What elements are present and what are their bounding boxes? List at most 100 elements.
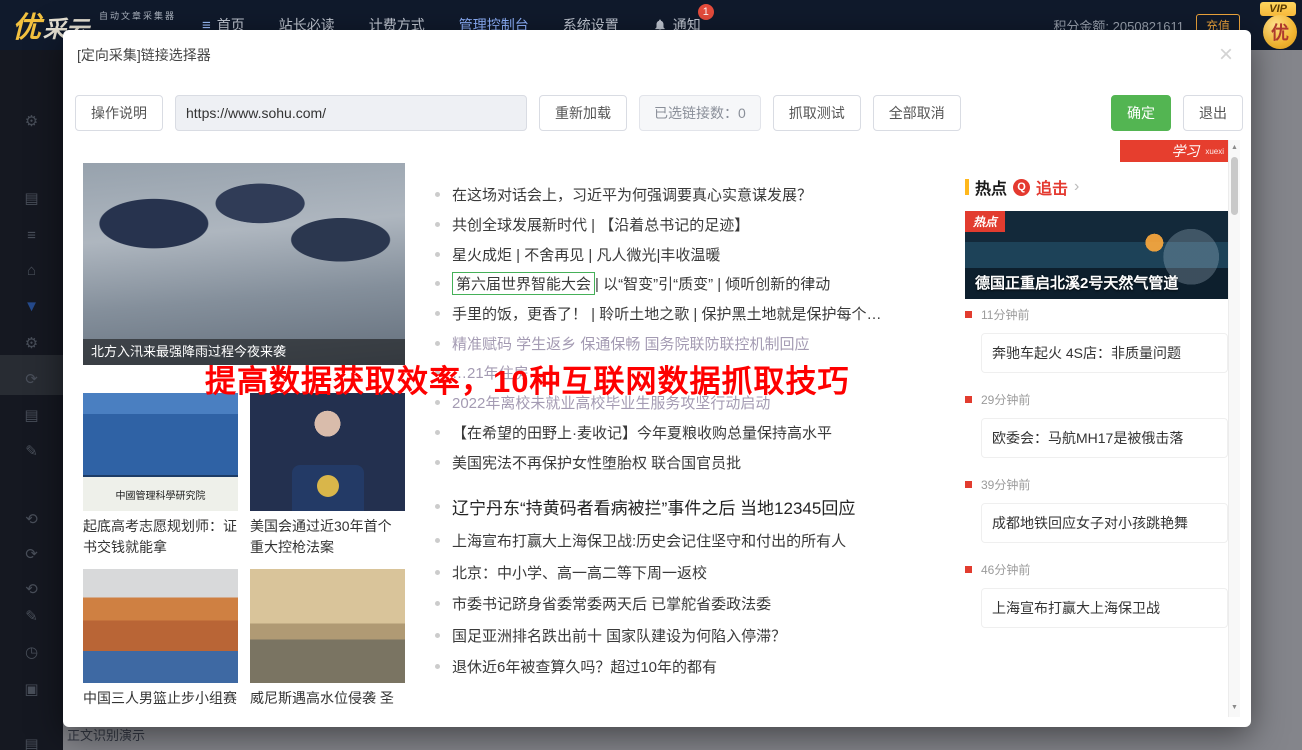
caption-row: 起底高考志愿规划师：证书交钱就能拿 美国会通过近30年首个重大控枪法案 xyxy=(83,516,405,558)
hot-item-title[interactable]: 奔驰车起火 4S店：非质量问题 xyxy=(981,333,1228,373)
notification-badge: 1 xyxy=(698,4,714,20)
close-icon[interactable]: × xyxy=(1219,43,1233,67)
headline-item[interactable]: 共创全球发展新时代 | 【沿着总书记的足迹】 xyxy=(435,210,945,240)
academy-sign-text: 中國管理科學研究院 xyxy=(83,475,238,511)
help-button[interactable]: 操作说明 xyxy=(75,95,163,131)
url-input[interactable] xyxy=(175,95,527,131)
hot-item-time: 29分钟前 xyxy=(965,391,1228,408)
selected-links-count: 已选链接数：0 xyxy=(639,95,761,131)
link-selector-dialog: [定向采集]链接选择器 × 操作说明 重新加载 已选链接数：0 抓取测试 全部取… xyxy=(63,30,1251,727)
hot-item[interactable]: 29分钟前 欧委会：马航MH17是被俄击落 xyxy=(965,391,1228,476)
headline-item[interactable]: 精准赋码 学生返乡 保通保畅 国务院联防联控机制回应 xyxy=(435,328,945,358)
scroll-down-arrow-icon[interactable]: ▼ xyxy=(1229,701,1240,715)
scrollbar-thumb[interactable] xyxy=(1231,157,1238,215)
headline-text: 手里的饭，更香了！ | 聆听土地之歌 | 保护黑土地就是保护每个… xyxy=(452,303,881,324)
hot-item-title[interactable]: 上海宣布打赢大上海保卫战 xyxy=(981,588,1228,628)
hot-item[interactable]: 11分钟前 奔驰车起火 4S店：非质量问题 xyxy=(965,306,1228,391)
hot-chase-icon: Q xyxy=(1013,179,1030,196)
promo-banner-subtext: xuexi xyxy=(1205,147,1224,156)
reload-button[interactable]: 重新加载 xyxy=(539,95,627,131)
headline-text: 2022年离校未就业高校毕业生服务攻坚行动启动 xyxy=(452,392,770,413)
headline-text: 共创全球发展新时代 | 【沿着总书记的足迹】 xyxy=(452,214,749,235)
news-photo-rainstorm[interactable]: 北方入汛来最强降雨过程今夜来袭 xyxy=(83,163,405,365)
headline-item[interactable]: 在这场对话会上，习近平为何强调要真心实意谋发展？ xyxy=(435,180,945,210)
hot-item-time: 11分钟前 xyxy=(965,306,1228,323)
news-caption[interactable]: 美国会通过近30年首个重大控枪法案 xyxy=(250,516,405,558)
headline-text: 国足亚洲排名跌出前十 国家队建设为何陷入停滞？ xyxy=(452,625,786,646)
hot-item-time: 39分钟前 xyxy=(965,476,1228,493)
headline-item[interactable]: 星火成炬 | 不舍再见 | 凡人微光|丰收温暖 xyxy=(435,239,945,269)
hot-item-title[interactable]: 欧委会：马航MH17是被俄击落 xyxy=(981,418,1228,458)
yellow-bar-icon xyxy=(965,179,969,195)
headline-text: …21年住房… xyxy=(452,362,544,383)
embedded-webpage: 学习 xuexi 北方入汛来最强降雨过程今夜来袭 中國管理科學研究院 起 xyxy=(83,140,1240,717)
news-photo-venice[interactable] xyxy=(250,569,405,683)
dialog-title: [定向采集]链接选择器 xyxy=(77,45,211,65)
news-photo-column: 北方入汛来最强降雨过程今夜来袭 中國管理科學研究院 起底高考志愿规划师：证书交钱… xyxy=(83,163,405,708)
headline-text: | 以“智变”引“质变” | 倾听创新的律动 xyxy=(595,273,830,294)
photo-row xyxy=(83,569,405,683)
cancel-all-button[interactable]: 全部取消 xyxy=(873,95,961,131)
hot-item[interactable]: 39分钟前 成都地铁回应女子对小孩跳艳舞 xyxy=(965,476,1228,561)
photo-caption: 北方入汛来最强降雨过程今夜来袭 xyxy=(83,339,405,365)
page-scrollbar[interactable]: ▲ ▼ xyxy=(1228,140,1240,717)
podium-graphic xyxy=(292,465,364,511)
chase-title: 追击 xyxy=(1036,175,1068,199)
dialog-header: [定向采集]链接选择器 × xyxy=(63,30,1251,80)
scroll-up-arrow-icon[interactable]: ▲ xyxy=(1229,141,1240,155)
coin-logo-icon[interactable]: 优 xyxy=(1263,15,1297,49)
exit-button[interactable]: 退出 xyxy=(1183,95,1243,131)
hot-lead-card[interactable]: 热点 德国正重启北溪2号天然气管道 xyxy=(965,211,1228,299)
hot-section-header[interactable]: 热点 Q 追击 › xyxy=(965,175,1228,199)
headline-text: 北京：中小学、高一高二等下周一返校 xyxy=(452,562,707,583)
news-photo-academy[interactable]: 中國管理科學研究院 xyxy=(83,393,238,511)
headline-item[interactable]: 北京：中小学、高一高二等下周一返校 xyxy=(435,556,945,588)
headline-item[interactable]: 国足亚洲排名跌出前十 国家队建设为何陷入停滞？ xyxy=(435,619,945,651)
headline-text: 市委书记跻身省委常委两天后 已掌舵省委政法委 xyxy=(452,593,771,614)
headline-item[interactable]: 退休近6年被查算久吗？超过10年的都有 xyxy=(435,651,945,683)
caption-row: 中国三人男篮止步小组赛 威尼斯遇高水位侵袭 圣 xyxy=(83,688,405,708)
headline-item-lead[interactable]: 辽宁丹东“持黄码者看病被拦”事件之后 当地12345回应 xyxy=(435,489,945,525)
headline-item-selected[interactable]: 第六届世界智能大会 | 以“智变”引“质变” | 倾听创新的律动 xyxy=(435,269,945,299)
news-caption[interactable]: 中国三人男篮止步小组赛 xyxy=(83,688,238,708)
headline-item[interactable]: 市委书记跻身省委常委两天后 已掌舵省委政法委 xyxy=(435,588,945,620)
app-window: 优 采云 自动文章采集器 ≡ 首页 站长必读 计费方式 管理控制台 系统设置 xyxy=(0,0,1302,750)
logo-tagline: 自动文章采集器 xyxy=(99,9,176,22)
headline-text: 退休近6年被查算久吗？超过10年的都有 xyxy=(452,656,717,677)
hot-news-column: 热点 Q 追击 › 热点 德国正重启北溪2号天然气管道 11分钟前 奔驰车起火 … xyxy=(965,175,1228,646)
hot-item[interactable]: 46分钟前 上海宣布打赢大上海保卫战 xyxy=(965,561,1228,646)
promo-banner-text: 学习 xyxy=(1171,141,1199,161)
hot-item-title[interactable]: 成都地铁回应女子对小孩跳艳舞 xyxy=(981,503,1228,543)
hot-card-title: 德国正重启北溪2号天然气管道 xyxy=(975,272,1178,293)
hot-timeline-list: 11分钟前 奔驰车起火 4S店：非质量问题 29分钟前 欧委会：马航MH17是被… xyxy=(965,306,1228,646)
headline-item[interactable]: 上海宣布打赢大上海保卫战:历史会记住坚守和付出的所有人 xyxy=(435,525,945,557)
headline-text: 精准赋码 学生返乡 保通保畅 国务院联防联控机制回应 xyxy=(452,333,810,354)
headline-item[interactable]: 手里的饭，更香了！ | 聆听土地之歌 | 保护黑土地就是保护每个… xyxy=(435,299,945,329)
promo-banner[interactable]: 学习 xuexi xyxy=(1120,140,1230,162)
selected-link-highlight[interactable]: 第六届世界智能大会 xyxy=(452,272,595,295)
news-photo-us-congress[interactable] xyxy=(250,393,405,511)
headline-text: 美国宪法不再保护女性堕胎权 联合国官员批 xyxy=(452,452,741,473)
dialog-toolbar: 操作说明 重新加载 已选链接数：0 抓取测试 全部取消 确定 退出 xyxy=(75,95,1243,131)
headline-text: 【在希望的田野上·麦收记】今年夏粮收购总量保持高水平 xyxy=(452,422,832,443)
headline-item[interactable]: 【在希望的田野上·麦收记】今年夏粮收购总量保持高水平 xyxy=(435,418,945,448)
headline-item[interactable]: 美国宪法不再保护女性堕胎权 联合国官员批 xyxy=(435,447,945,477)
news-caption[interactable]: 起底高考志愿规划师：证书交钱就能拿 xyxy=(83,516,238,558)
photo-row: 中國管理科學研究院 xyxy=(83,393,405,511)
news-photo-basketball[interactable] xyxy=(83,569,238,683)
news-caption[interactable]: 威尼斯遇高水位侵袭 圣 xyxy=(250,688,405,708)
headline-item[interactable]: …21年住房… xyxy=(435,358,945,388)
headline-column: 在这场对话会上，习近平为何强调要真心实意谋发展？ 共创全球发展新时代 | 【沿着… xyxy=(435,180,945,682)
chevron-right-icon: › xyxy=(1074,178,1079,196)
headline-item[interactable]: 2022年离校未就业高校毕业生服务攻坚行动启动 xyxy=(435,388,945,418)
headline-text: 星火成炬 | 不舍再见 | 凡人微光|丰收温暖 xyxy=(452,244,720,265)
headline-text: 在这场对话会上，习近平为何强调要真心实意谋发展？ xyxy=(452,184,812,205)
headline-text: 上海宣布打赢大上海保卫战:历史会记住坚守和付出的所有人 xyxy=(452,530,846,551)
vip-badge[interactable]: VIP xyxy=(1260,2,1296,16)
confirm-button[interactable]: 确定 xyxy=(1111,95,1171,131)
hot-badge: 热点 xyxy=(965,211,1005,232)
hot-title: 热点 xyxy=(975,175,1007,199)
hot-item-time: 46分钟前 xyxy=(965,561,1228,578)
grab-test-button[interactable]: 抓取测试 xyxy=(773,95,861,131)
headline-list: 在这场对话会上，习近平为何强调要真心实意谋发展？ 共创全球发展新时代 | 【沿着… xyxy=(435,180,945,682)
